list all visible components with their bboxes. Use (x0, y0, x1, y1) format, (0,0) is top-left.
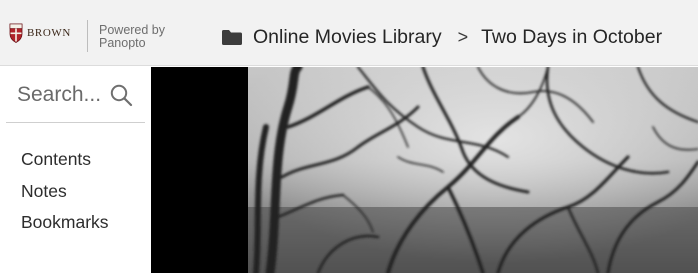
sidebar-nav: Contents Notes Bookmarks (21, 144, 109, 239)
sidebar-item-notes[interactable]: Notes (21, 176, 109, 208)
search-icon[interactable] (109, 83, 133, 107)
logo-text: BROWN (27, 27, 71, 39)
panopto-label: Panopto (99, 36, 146, 50)
header: BROWN Powered by Panopto Online Movies L… (0, 0, 698, 66)
folder-icon (222, 29, 242, 45)
brown-shield-icon (9, 23, 23, 43)
sidebar-item-bookmarks[interactable]: Bookmarks (21, 207, 109, 239)
brown-logo[interactable]: BROWN (9, 23, 71, 43)
breadcrumb-folder-link[interactable]: Online Movies Library (253, 26, 442, 49)
powered-by-panopto: Powered by Panopto (99, 24, 165, 50)
breadcrumb: Online Movies Library > Two Days in Octo… (221, 24, 662, 50)
sidebar-item-contents[interactable]: Contents (21, 144, 109, 176)
video-player[interactable] (151, 67, 698, 273)
search-box (6, 67, 145, 123)
logo-divider (87, 20, 88, 52)
sidebar: Contents Notes Bookmarks (0, 67, 151, 273)
video-frame (248, 67, 698, 273)
breadcrumb-current-title: Two Days in October (481, 25, 663, 48)
breadcrumb-separator-icon: > (457, 26, 469, 47)
search-input[interactable] (17, 82, 103, 108)
